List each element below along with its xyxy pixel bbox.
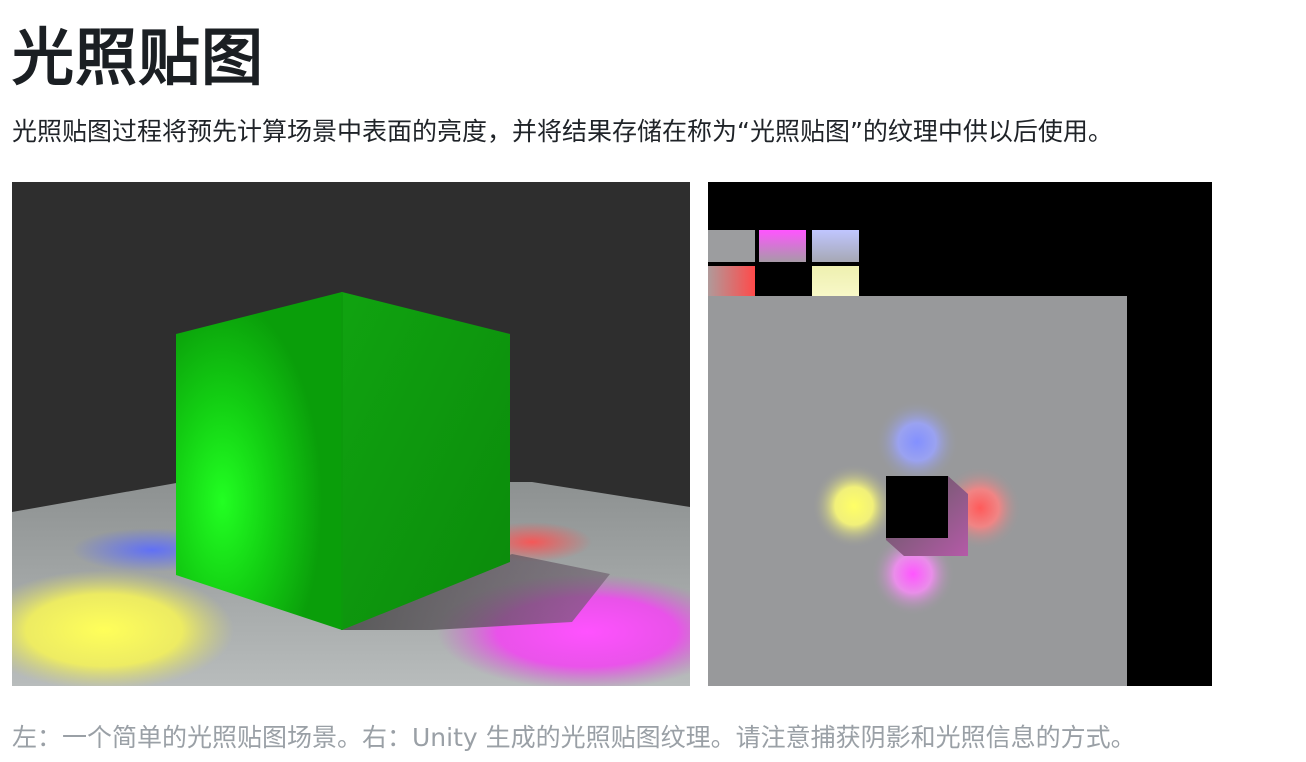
scene-render-graphic (12, 182, 690, 686)
lightmap-texture-graphic (708, 182, 1212, 686)
lightmap-figure (12, 182, 1212, 686)
figure-caption: 左：一个简单的光照贴图场景。右：Unity 生成的光照贴图纹理。请注意捕获阴影和… (12, 723, 1136, 752)
page-title: 光照贴图 (12, 21, 265, 94)
intro-paragraph: 光照贴图过程将预先计算场景中表面的亮度，并将结果存储在称为“光照贴图”的纹理中供… (12, 117, 1113, 146)
scene-render-image (12, 182, 690, 686)
lightmap-texture-image (708, 182, 1212, 686)
